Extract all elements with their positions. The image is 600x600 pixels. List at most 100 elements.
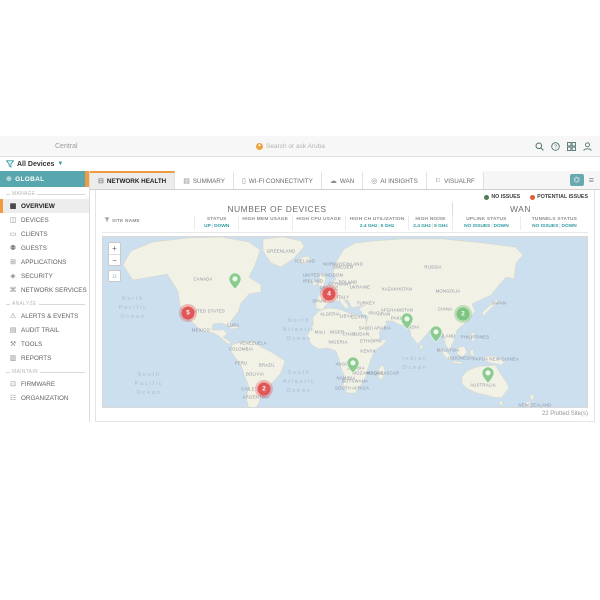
- sidebar-item-tools[interactable]: ⚒TOOLS: [0, 337, 89, 351]
- search-icon[interactable]: [535, 142, 544, 151]
- ocean-label-north-atlantic-ocean: North: [288, 318, 310, 324]
- country-label-japan: JAPAN: [492, 301, 507, 306]
- svg-text:?: ?: [554, 144, 557, 150]
- zoom-out-button[interactable]: −: [109, 254, 120, 265]
- subfilter-down[interactable]: DOWN: [562, 224, 577, 229]
- legend-dot: [484, 195, 489, 200]
- site-pin-marker[interactable]: [482, 367, 494, 388]
- site-pin-marker[interactable]: [347, 357, 359, 378]
- apps-grid-icon[interactable]: [567, 142, 576, 151]
- country-label-malaysia: MALAYSIA: [437, 348, 460, 353]
- country-label-cuba: CUBA: [227, 323, 240, 328]
- column-filter-icon[interactable]: [104, 217, 110, 225]
- ocean-label-south-atlantic-ocean: South: [287, 370, 310, 376]
- subfilter-2-4-ghz[interactable]: 2.4 GHz: [360, 224, 378, 229]
- subfilter-no-issues[interactable]: NO ISSUES: [464, 224, 490, 229]
- ocean-label-indian-ocean: Ocean: [402, 365, 427, 371]
- sidebar-item-organization[interactable]: ☷ORGANIZATION: [0, 391, 89, 405]
- column-high-ch-utilization: HIGH CH UTILIZATION2.4 GHz|5 GHz: [345, 216, 408, 230]
- search-input[interactable]: [266, 143, 344, 150]
- country-label-mexico: MEXICO: [192, 328, 210, 333]
- tab-label: WI-FI CONNECTIVITY: [249, 178, 313, 185]
- tab-summary[interactable]: ▤SUMMARY: [175, 171, 234, 189]
- topbar-icons: ?: [535, 142, 592, 151]
- wan-icon: ☁: [330, 177, 337, 185]
- ai-assistant-button[interactable]: ⌬: [570, 174, 584, 186]
- map-home-button[interactable]: ⌂: [108, 270, 121, 282]
- site-pin-marker[interactable]: [229, 273, 241, 294]
- subfilter-down[interactable]: DOWN: [214, 224, 229, 229]
- tab-network-health[interactable]: ⊟NETWORK HEALTH: [90, 171, 175, 189]
- country-label-canada: CANADA: [193, 277, 212, 282]
- column-high-mem-usage: HIGH MEM USAGE: [238, 216, 291, 230]
- country-label-egypt: EGYPT: [351, 315, 367, 320]
- subfilter-down[interactable]: DOWN: [493, 224, 508, 229]
- sidebar-item-label: CLIENTS: [21, 231, 48, 238]
- country-label-algeria: ALGERIA: [320, 312, 340, 317]
- sidebar-item-guests[interactable]: ⚉ GUESTS: [0, 241, 89, 255]
- site-cluster-marker[interactable]: 5: [182, 307, 195, 320]
- country-label-russia: RUSSIA: [424, 265, 441, 270]
- sidebar-item-firmware[interactable]: ⊡FIRMWARE: [0, 377, 89, 391]
- device-filter-bar[interactable]: All Devices ▼: [0, 157, 600, 171]
- tab-visualrf[interactable]: ⚐VISUALRF: [427, 171, 484, 189]
- world-map[interactable]: NorthPacificOceanNorthAtlanticOceanSouth…: [102, 236, 588, 408]
- site-cluster-marker[interactable]: 2: [457, 308, 470, 321]
- global-search[interactable]: ✦: [0, 143, 600, 150]
- subfilter-no-issues[interactable]: NO ISSUES: [532, 224, 558, 229]
- table-group-header-row: NUMBER OF DEVICESWAN: [102, 202, 588, 216]
- subfilter-2-4-ghz[interactable]: 2.4 GHz: [413, 224, 431, 229]
- sidebar-item-clients[interactable]: ▭ CLIENTS: [0, 227, 89, 241]
- clients-icon: ▭: [9, 230, 17, 238]
- subfilter-separator: |: [432, 224, 433, 229]
- site-pin-marker[interactable]: [430, 326, 442, 347]
- device-filter-label: All Devices: [17, 161, 54, 168]
- tab-wi-fi-connectivity[interactable]: ▯WI-FI CONNECTIVITY: [234, 171, 322, 189]
- country-label-colombia: COLOMBIA: [229, 347, 253, 352]
- sidebar-item-audit-trail[interactable]: ▤AUDIT TRAIL: [0, 323, 89, 337]
- legend-no-issues: NO ISSUES: [484, 194, 520, 200]
- ocean-label-north-atlantic-ocean: Ocean: [286, 336, 311, 342]
- tab-ai-insights[interactable]: ◎AI INSIGHTS: [363, 171, 427, 189]
- main-content: ⊟NETWORK HEALTH▤SUMMARY▯WI-FI CONNECTIVI…: [90, 171, 600, 422]
- site-cluster-marker[interactable]: 2: [258, 383, 271, 396]
- guests-icon: ⚉: [9, 244, 17, 252]
- sidebar-item-label: GUESTS: [21, 245, 47, 252]
- sidebar-item-applications[interactable]: ⊞APPLICATIONS: [0, 255, 89, 269]
- zoom-in-button[interactable]: +: [109, 243, 120, 254]
- chevron-down-icon[interactable]: ▼: [57, 161, 63, 167]
- site-cluster-marker[interactable]: 4: [323, 288, 336, 301]
- sidebar-item-label: ALERTS & EVENTS: [21, 313, 78, 320]
- sidebar-item-label: ORGANIZATION: [21, 395, 68, 402]
- subfilter-up[interactable]: UP: [204, 224, 211, 229]
- country-label-indonesia: INDONESIA: [448, 356, 473, 361]
- sidebar-item-overview[interactable]: ▦OVERVIEW: [0, 199, 89, 213]
- column-header: UPLINK STATUS: [455, 217, 518, 222]
- sidebar-item-label: NETWORK SERVICES: [21, 287, 87, 294]
- list-view-toggle-icon[interactable]: ≡: [589, 176, 594, 185]
- column-header-label: SITE NAME: [112, 219, 140, 224]
- tab-wan[interactable]: ☁WAN: [322, 171, 363, 189]
- subfilter-5-ghz[interactable]: 5 GHz: [381, 224, 395, 229]
- sidebar-item-devices[interactable]: ◫DEVICES: [0, 213, 89, 227]
- sidebar-item-reports[interactable]: ▥REPORTS: [0, 351, 89, 365]
- subfilter-separator: |: [559, 224, 560, 229]
- sidebar-item-security[interactable]: ◈SECURITY: [0, 269, 89, 283]
- plotted-sites-count: 22 Plotted Site(s): [542, 411, 588, 417]
- network-health-icon: ⊟: [98, 177, 104, 185]
- help-icon[interactable]: ?: [551, 142, 560, 151]
- column-header-label: HIGH MEM USAGE: [242, 217, 288, 222]
- column-header-label: HIGH NOISE: [415, 217, 445, 222]
- column-header-label: TUNNELS STATUS: [532, 217, 577, 222]
- subfilter-5-ghz[interactable]: 5 GHz: [434, 224, 448, 229]
- sidebar-item-network-services[interactable]: ⌘NETWORK SERVICES: [0, 283, 89, 297]
- group-selector[interactable]: ⊕ GLOBAL: [0, 171, 89, 187]
- user-icon[interactable]: [583, 142, 592, 151]
- site-pin-marker[interactable]: [401, 313, 413, 334]
- column-header: TUNNELS STATUS: [523, 217, 586, 222]
- sidebar-item-alerts-events[interactable]: ⚠ALERTS & EVENTS: [0, 309, 89, 323]
- network-health-panel: NO ISSUESPOTENTIAL ISSUES NUMBER OF DEVI…: [95, 190, 595, 422]
- column-header: SITE NAME: [104, 217, 192, 225]
- column-status: STATUSUP|DOWN: [194, 216, 238, 230]
- country-label-mali: MALI: [315, 330, 326, 335]
